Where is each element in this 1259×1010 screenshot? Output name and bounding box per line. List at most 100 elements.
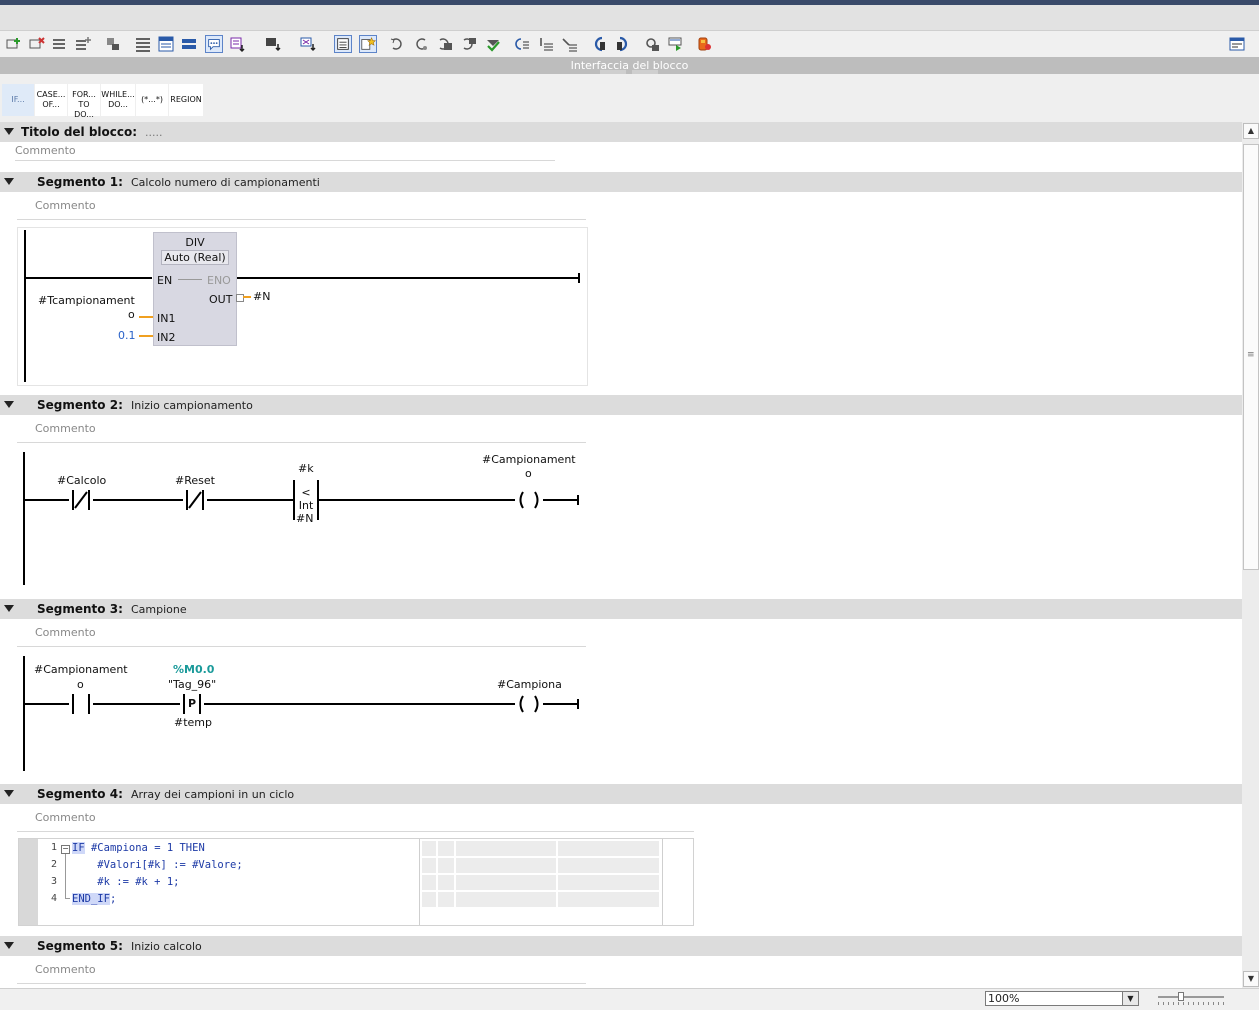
absolute-operands-icon[interactable] <box>229 35 247 53</box>
in1-operand-line2[interactable]: o <box>128 308 135 321</box>
segment-3-network[interactable]: #Campionament o %M0.0 "Tag_96" P #temp #… <box>17 654 586 771</box>
watch-table-icon[interactable] <box>643 35 661 53</box>
breakpoint-icon[interactable] <box>590 35 608 53</box>
monitor-on-off-icon[interactable] <box>667 35 685 53</box>
step-into-icon[interactable] <box>537 35 555 53</box>
collapse-triangle-icon[interactable] <box>4 178 14 185</box>
close-all-networks-icon[interactable] <box>180 35 198 53</box>
scl-code-editor[interactable]: 1 2 3 4 − IF #Campiona = 1 THEN #Valori[… <box>18 838 694 926</box>
segment-3-title[interactable]: Campione <box>131 603 187 616</box>
segment-5-header[interactable]: Segmento 5: Inizio calcolo <box>0 936 1242 956</box>
segment-3-comment[interactable]: Commento <box>35 626 96 639</box>
coil-campiona-icon[interactable] <box>515 694 543 714</box>
coil-operand-line2[interactable]: o <box>525 467 532 480</box>
div-type-selector[interactable]: Auto (Real) <box>161 250 229 265</box>
nc-contact-calcolo-icon[interactable] <box>69 490 93 510</box>
snippet-region[interactable]: REGION <box>169 84 203 116</box>
favorites-icon[interactable] <box>359 35 377 53</box>
vertical-scrollbar[interactable]: ▲ ≡ ▼ <box>1242 122 1259 988</box>
collapse-triangle-icon[interactable] <box>4 128 14 135</box>
segment-2-title[interactable]: Inizio campionamento <box>131 399 253 412</box>
code-line-1[interactable]: IF #Campiona = 1 THEN <box>72 842 205 854</box>
call-block-icon[interactable] <box>436 35 454 53</box>
segment-5-comment[interactable]: Commento <box>35 963 96 976</box>
collapse-triangle-icon[interactable] <box>4 790 14 797</box>
segment-1-header[interactable]: Segmento 1: Calcolo numero di campioname… <box>0 172 1242 192</box>
block-comment[interactable]: Commento <box>15 144 76 157</box>
open-all-networks-icon[interactable] <box>157 35 175 53</box>
code-line-2[interactable]: #Valori[#k] := #Valore; <box>72 859 242 871</box>
code-line-3[interactable]: #k := #k + 1; <box>72 876 179 888</box>
segment-4-title[interactable]: Array dei campioni in un ciclo <box>131 788 294 801</box>
in1-operand-line1[interactable]: #Tcampionament <box>38 294 135 307</box>
snippet-if[interactable]: IF... <box>2 84 34 116</box>
segment-1-comment[interactable]: Commento <box>35 199 96 212</box>
scroll-up-icon[interactable]: ▲ <box>1243 123 1259 139</box>
go-to-next-icon[interactable] <box>412 35 430 53</box>
coil-campionamento-icon[interactable] <box>515 490 543 510</box>
fold-toggle-icon[interactable]: − <box>61 845 70 854</box>
add-row-icon[interactable] <box>74 35 92 53</box>
contact-operand-line2[interactable]: o <box>77 678 84 691</box>
block-interface-bar[interactable]: Interfaccia del blocco <box>0 57 1259 74</box>
segment-4-header[interactable]: Segmento 4: Array dei campioni in un cic… <box>0 784 1242 804</box>
nc-contact-reset-icon[interactable] <box>183 490 207 510</box>
contact-reset-operand[interactable]: #Reset <box>175 474 215 487</box>
p-edge-memory-operand[interactable]: #temp <box>174 716 212 729</box>
segment-1-network[interactable]: DIV Auto (Real) EN ENO OUT IN1 IN2 #N #T… <box>17 227 588 386</box>
block-title-value[interactable]: ..... <box>145 126 162 139</box>
segment-2-comment[interactable]: Commento <box>35 422 96 435</box>
delete-network-icon[interactable] <box>28 35 46 53</box>
compare-bottom-operand[interactable]: #N <box>296 512 313 525</box>
download-to-device-icon[interactable] <box>695 35 713 53</box>
comments-toggle-icon[interactable] <box>205 35 223 53</box>
div-function-box[interactable]: DIV Auto (Real) EN ENO OUT IN1 IN2 <box>153 232 237 346</box>
lines-icon[interactable] <box>134 35 152 53</box>
compile-check-icon[interactable] <box>484 35 502 53</box>
resume-icon[interactable] <box>614 35 632 53</box>
insert-row-icon[interactable] <box>51 35 69 53</box>
coil-operand-line1[interactable]: #Campionament <box>482 453 576 466</box>
segment-1-title[interactable]: Calcolo numero di campionamenti <box>131 176 320 189</box>
block-title-header[interactable]: Titolo del blocco: ..... <box>0 122 1242 142</box>
snippet-comment[interactable]: (*...*) <box>136 84 168 116</box>
monitoring-icon[interactable] <box>513 35 531 53</box>
in2-operand[interactable]: 0.1 <box>118 329 136 342</box>
contact-operand-line1[interactable]: #Campionament <box>34 663 128 676</box>
code-line-4[interactable]: END_IF; <box>72 893 116 905</box>
layout-toggle-icon[interactable] <box>1228 35 1246 53</box>
no-contact-icon[interactable] <box>69 694 93 714</box>
segment-2-network[interactable]: #Calcolo #Reset #k < Int #N #Campionamen… <box>17 450 586 585</box>
p-edge-contact[interactable]: P <box>180 694 204 714</box>
zoom-slider-thumb[interactable] <box>1178 992 1184 1001</box>
collapse-triangle-icon[interactable] <box>4 942 14 949</box>
network-list-icon[interactable] <box>334 35 352 53</box>
compare-type[interactable]: Int <box>293 499 319 512</box>
tag-information-icon[interactable] <box>264 35 282 53</box>
segment-5-title[interactable]: Inizio calcolo <box>131 940 202 953</box>
step-over-icon[interactable] <box>561 35 579 53</box>
collapse-triangle-icon[interactable] <box>4 605 14 612</box>
segment-2-header[interactable]: Segmento 2: Inizio campionamento <box>0 395 1242 415</box>
snippet-for[interactable]: FOR... TO DO... <box>68 84 100 119</box>
chevron-down-icon[interactable]: ▼ <box>1122 992 1138 1005</box>
p-edge-tag[interactable]: "Tag_96" <box>168 678 216 691</box>
insert-network-icon[interactable] <box>5 35 23 53</box>
network-settings-icon[interactable] <box>104 35 122 53</box>
out-operand[interactable]: #N <box>253 290 270 303</box>
p-edge-address[interactable]: %M0.0 <box>173 663 214 676</box>
snippet-while[interactable]: WHILE... DO... <box>101 84 135 116</box>
collapse-triangle-icon[interactable] <box>4 401 14 408</box>
segment-4-comment[interactable]: Commento <box>35 811 96 824</box>
open-block-icon[interactable] <box>460 35 478 53</box>
snippet-case[interactable]: CASE... OF... <box>35 84 67 116</box>
scroll-down-icon[interactable]: ▼ <box>1243 971 1259 987</box>
coil-campiona-operand[interactable]: #Campiona <box>497 678 562 691</box>
zoom-slider-track[interactable] <box>1158 996 1224 998</box>
symbolic-addressing-icon[interactable] <box>299 35 317 53</box>
zoom-select[interactable]: 100% ▼ <box>985 991 1139 1006</box>
go-to-previous-icon[interactable] <box>388 35 406 53</box>
segment-3-header[interactable]: Segmento 3: Campione <box>0 599 1242 619</box>
compare-top-operand[interactable]: #k <box>298 462 314 475</box>
contact-calcolo-operand[interactable]: #Calcolo <box>57 474 106 487</box>
